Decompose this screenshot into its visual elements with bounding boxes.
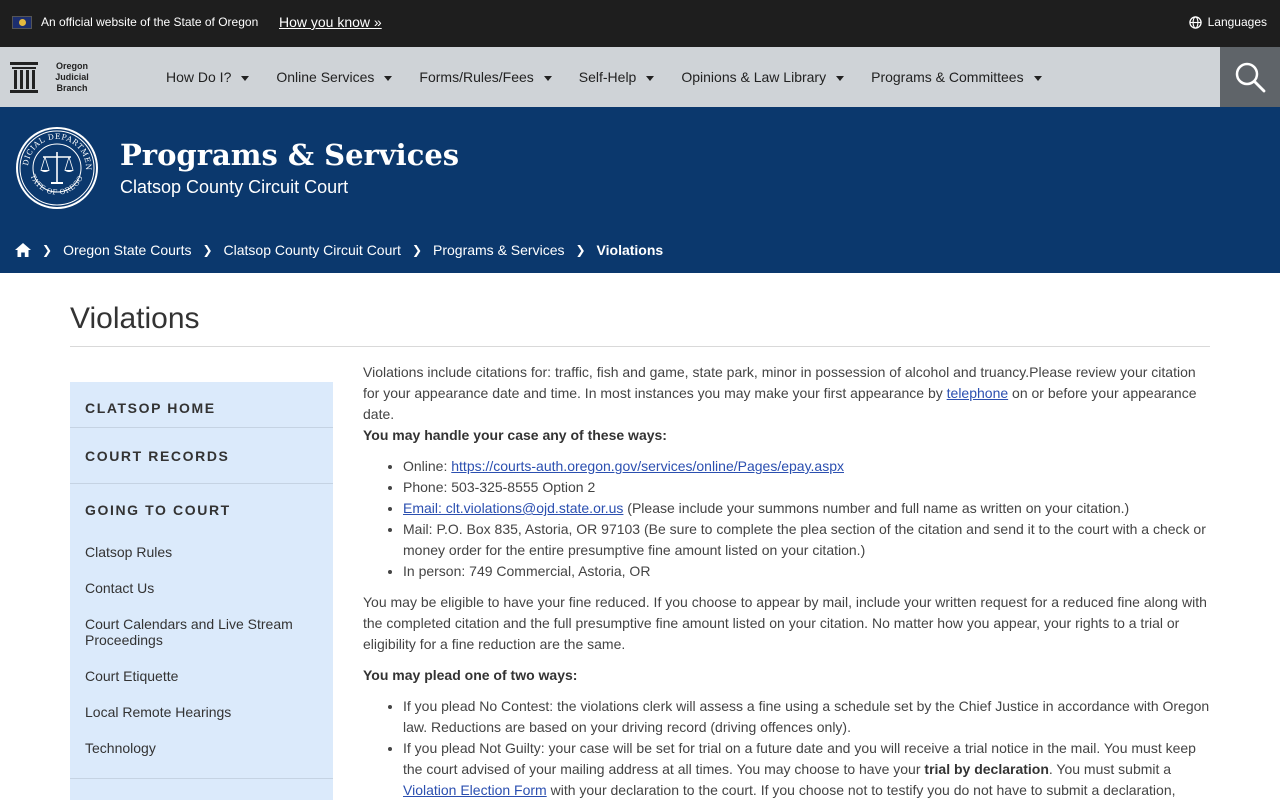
- nav-menu: How Do I? Online Services Forms/Rules/Fe…: [166, 47, 1069, 107]
- sidebar-link-court-etiquette[interactable]: Court Etiquette: [85, 658, 318, 694]
- hero-subtitle: Clatsop County Circuit Court: [120, 177, 349, 197]
- judicial-seal-icon: JUDICIAL DEPARTMENT STATE OF OREGON: [15, 126, 98, 209]
- list-item: In person: 749 Commercial, Astoria, OR: [403, 561, 1211, 582]
- ojd-logo[interactable]: Oregon Judicial Branch: [9, 59, 97, 95]
- page-hero: JUDICIAL DEPARTMENT STATE OF OREGON Prog…: [0, 107, 1280, 273]
- violation-election-form-link[interactable]: Violation Election Form: [403, 782, 547, 798]
- chevron-right-icon: ❯: [42, 243, 53, 257]
- caret-down-icon: [543, 75, 552, 81]
- list-item: If you plead Not Guilty: your case will …: [403, 738, 1211, 800]
- breadcrumb-current: Violations: [596, 242, 664, 258]
- epay-link[interactable]: https://courts-auth.oregon.gov/services/…: [451, 458, 844, 474]
- nav-programs-committees[interactable]: Programs & Committees: [871, 69, 1042, 85]
- sidebar-link-court-calendars[interactable]: Court Calendars and Live Stream Proceedi…: [85, 606, 318, 658]
- reduced-fine-paragraph: You may be eligible to have your fine re…: [363, 594, 1207, 652]
- caret-down-icon: [646, 75, 655, 81]
- handle-heading: You may handle your case any of these wa…: [363, 427, 667, 443]
- list-item: Mail: P.O. Box 835, Astoria, OR 97103 (B…: [403, 519, 1211, 561]
- nav-online-services[interactable]: Online Services: [276, 69, 393, 85]
- caret-down-icon: [384, 75, 393, 81]
- breadcrumb-programs-services[interactable]: Programs & Services: [433, 242, 564, 258]
- nav-forms-rules-fees[interactable]: Forms/Rules/Fees: [419, 69, 552, 85]
- sidebar-item-jury-duty[interactable]: JURY DUTY: [70, 779, 333, 800]
- title-divider: [70, 346, 1210, 347]
- sidebar-link-clatsop-rules[interactable]: Clatsop Rules: [85, 534, 318, 570]
- how-you-know-link[interactable]: How you know »: [279, 14, 382, 30]
- chevron-right-icon: ❯: [575, 243, 586, 257]
- official-text: An official website of the State of Oreg…: [41, 15, 259, 29]
- official-banner: An official website of the State of Oreg…: [0, 0, 1280, 47]
- caret-down-icon: [1033, 75, 1042, 81]
- logo-text: Oregon Judicial Branch: [55, 60, 89, 93]
- sidebar-item-going-to-court[interactable]: GOING TO COURT: [85, 484, 318, 534]
- sidebar-item-court-records[interactable]: COURT RECORDS: [70, 428, 333, 484]
- home-icon[interactable]: [15, 243, 31, 257]
- chevron-right-icon: ❯: [411, 243, 422, 257]
- languages-button[interactable]: Languages: [1188, 15, 1267, 29]
- list-item: If you plead No Contest: the violations …: [403, 696, 1211, 738]
- list-item: Phone: 503-325-8555 Option 2: [403, 477, 1211, 498]
- sidebar-item-clatsop-home[interactable]: CLATSOP HOME: [70, 382, 333, 428]
- search-icon: [1235, 62, 1266, 93]
- nav-how-do-i[interactable]: How Do I?: [166, 69, 250, 85]
- breadcrumb-clatsop-county[interactable]: Clatsop County Circuit Court: [224, 242, 401, 258]
- sidebar-nav: CLATSOP HOME COURT RECORDS GOING TO COUR…: [70, 382, 333, 800]
- plead-heading: You may plead one of two ways:: [363, 667, 578, 683]
- breadcrumb-oregon-state-courts[interactable]: Oregon State Courts: [63, 242, 191, 258]
- breadcrumb: ❯ Oregon State Courts ❯ Clatsop County C…: [15, 242, 663, 258]
- globe-icon: [1188, 15, 1202, 29]
- telephone-link[interactable]: telephone: [947, 385, 1009, 401]
- sidebar-link-contact-us[interactable]: Contact Us: [85, 570, 318, 606]
- sidebar-group-going-to-court: GOING TO COURT Clatsop Rules Contact Us …: [70, 484, 333, 779]
- caret-down-icon: [241, 75, 250, 81]
- main-nav: Oregon Judicial Branch How Do I? Online …: [0, 47, 1280, 107]
- email-link[interactable]: Email: clt.violations@ojd.state.or.us: [403, 500, 623, 516]
- intro-paragraph: Violations include citations for: traffi…: [363, 364, 1197, 422]
- plead-options-list: If you plead No Contest: the violations …: [403, 696, 1211, 800]
- sidebar-link-local-remote-hearings[interactable]: Local Remote Hearings: [85, 694, 318, 730]
- nav-opinions-law-library[interactable]: Opinions & Law Library: [681, 69, 845, 85]
- nav-self-help[interactable]: Self-Help: [579, 69, 655, 85]
- oregon-flag-icon: [12, 16, 32, 29]
- handle-options-list: Online: https://courts-auth.oregon.gov/s…: [403, 456, 1211, 582]
- search-button[interactable]: [1220, 47, 1280, 107]
- list-item: Email: clt.violations@ojd.state.or.us (P…: [403, 498, 1211, 519]
- sidebar-link-technology[interactable]: Technology: [85, 730, 318, 766]
- caret-down-icon: [836, 75, 845, 81]
- page-title: Violations: [70, 302, 200, 335]
- languages-label: Languages: [1207, 15, 1267, 29]
- courthouse-icon: [10, 62, 38, 93]
- hero-title: Programs & Services: [120, 138, 460, 172]
- main-content: Violations include citations for: traffi…: [363, 362, 1211, 800]
- list-item: Online: https://courts-auth.oregon.gov/s…: [403, 456, 1211, 477]
- chevron-right-icon: ❯: [202, 243, 213, 257]
